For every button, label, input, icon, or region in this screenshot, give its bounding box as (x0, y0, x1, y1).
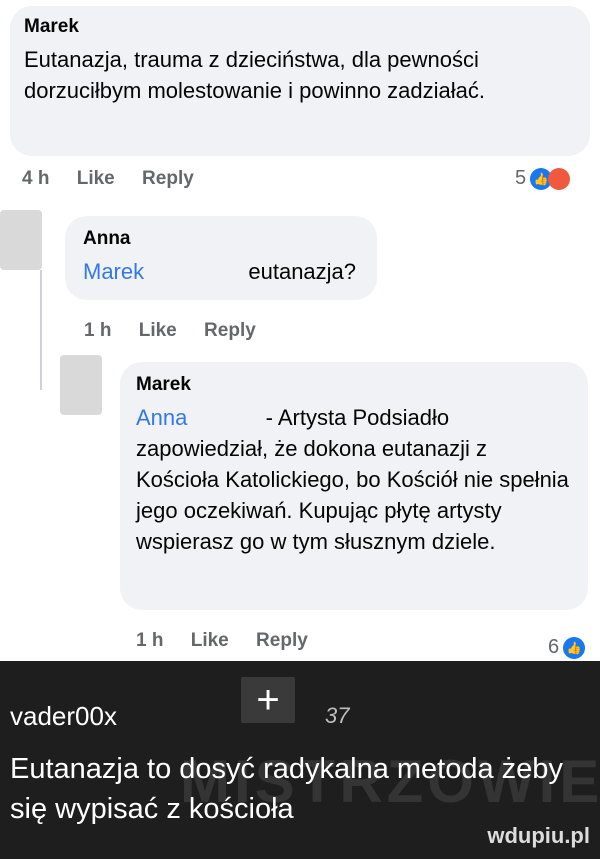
comment-author[interactable]: Marek (24, 16, 576, 38)
comment-actions: 1 h Like Reply (136, 630, 330, 652)
site-logo[interactable]: wdupiu.pl (487, 823, 590, 849)
plus-button[interactable]: + (241, 677, 295, 723)
comment-text: zapowiedział, że dokona eutanazji z Kośc… (136, 436, 569, 554)
post-panel: MISTRZOWIE vader00x + 37 Eutanazja to do… (0, 661, 600, 859)
comment-text: Eutanazja, trauma z dzieciństwa, dla pew… (24, 47, 486, 103)
comment-text: eutanazja? (248, 259, 357, 284)
post-username[interactable]: vader00x (10, 701, 117, 732)
comment-author[interactable]: Marek (136, 374, 572, 396)
post-text: Eutanazja to dosyć radykalna metoda żeby… (10, 753, 563, 825)
like-button[interactable]: Like (191, 630, 229, 651)
post-score: 37 (325, 703, 350, 728)
comment-time: 4 h (22, 168, 50, 189)
like-button[interactable]: Like (77, 168, 115, 189)
like-reaction-icon: 👍 (563, 636, 586, 659)
reaction-count: 6 (548, 636, 560, 658)
thread-line (40, 270, 42, 390)
comment-author[interactable]: Anna (83, 228, 359, 250)
mention-tag[interactable]: Marek (83, 259, 144, 284)
comment-actions: 1 h Like Reply (84, 320, 278, 342)
comment-bubble: Anna Marek eutanazja? (65, 216, 377, 300)
angry-reaction-icon (548, 167, 571, 190)
reaction-summary[interactable]: 6 👍 (548, 636, 586, 659)
comment-text: - Artysta Podsiadło (265, 405, 450, 430)
comment-actions: 4 h Like Reply (22, 168, 216, 190)
avatar[interactable] (60, 355, 102, 415)
comment-bubble: Marek Anna - Artysta Podsiadło zapowiedz… (120, 362, 588, 610)
reaction-summary[interactable]: 5 👍 (515, 167, 571, 190)
comment-time: 1 h (84, 320, 112, 341)
like-button[interactable]: Like (139, 320, 177, 341)
comment-time: 1 h (136, 630, 164, 651)
reaction-count: 5 (515, 167, 527, 189)
mention-tag[interactable]: Anna (136, 405, 187, 430)
avatar[interactable] (0, 210, 42, 270)
comment-bubble: Marek Eutanazja, trauma z dzieciństwa, d… (10, 6, 590, 156)
reply-button[interactable]: Reply (142, 168, 194, 189)
reply-button[interactable]: Reply (204, 320, 256, 341)
reply-button[interactable]: Reply (256, 630, 308, 651)
